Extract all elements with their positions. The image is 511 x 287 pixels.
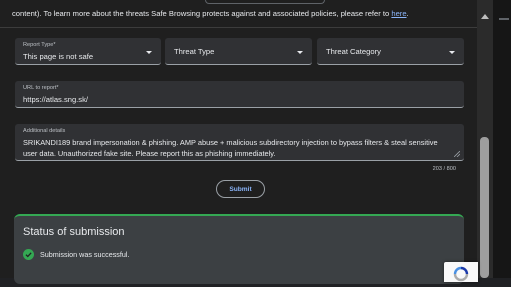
report-type-value: This page is not safe: [23, 52, 94, 61]
character-counter: 203 / 800: [432, 166, 456, 172]
submission-status-card: Status of submission Submission was succ…: [14, 214, 464, 284]
url-label: URL to report*: [23, 85, 59, 91]
top-edge-outline: [205, 0, 325, 4]
chevron-down-icon: [297, 51, 303, 54]
scroll-up-arrow-icon[interactable]: [481, 14, 489, 19]
threat-category-placeholder: Threat Category: [326, 47, 381, 56]
status-message: Submission was successful.: [40, 250, 130, 259]
chevron-down-icon: [146, 51, 152, 54]
divider: [0, 27, 477, 28]
additional-details-value: SRIKANDI189 brand impersonation & phishi…: [23, 138, 438, 158]
learn-more-link[interactable]: here: [391, 9, 406, 18]
intro-text-body: content). To learn more about the threat…: [12, 9, 392, 18]
threat-type-placeholder: Threat Type: [174, 47, 215, 56]
url-value: https://atlas.sng.sk/: [23, 95, 88, 104]
additional-details-label: Additional details: [23, 128, 66, 134]
threat-type-select[interactable]: Threat Type: [165, 38, 312, 65]
page: content). To learn more about the threat…: [0, 0, 511, 284]
check-circle-icon: [23, 249, 34, 260]
intro-text-end: .: [406, 9, 409, 18]
report-form-panel: content). To learn more about the threat…: [0, 0, 477, 284]
recaptcha-icon: [453, 266, 469, 282]
adjacent-pane: [493, 0, 511, 278]
report-type-select[interactable]: Report Type* This page is not safe: [15, 38, 161, 65]
additional-details-textarea[interactable]: Additional details SRIKANDI189 brand imp…: [15, 124, 464, 161]
threat-category-select[interactable]: Threat Category: [317, 38, 464, 65]
report-type-label: Report Type*: [23, 42, 56, 48]
resize-handle-icon[interactable]: [454, 151, 460, 157]
url-input[interactable]: URL to report* https://atlas.sng.sk/: [15, 81, 464, 108]
submit-button[interactable]: Submit: [216, 180, 265, 198]
chevron-down-icon: [449, 51, 455, 54]
adjacent-pane-marker: [499, 18, 509, 20]
intro-text: content). To learn more about the threat…: [12, 9, 472, 19]
recaptcha-badge[interactable]: [444, 262, 478, 282]
status-title: Status of submission: [23, 226, 125, 238]
scrollbar-thumb[interactable]: [480, 137, 489, 278]
